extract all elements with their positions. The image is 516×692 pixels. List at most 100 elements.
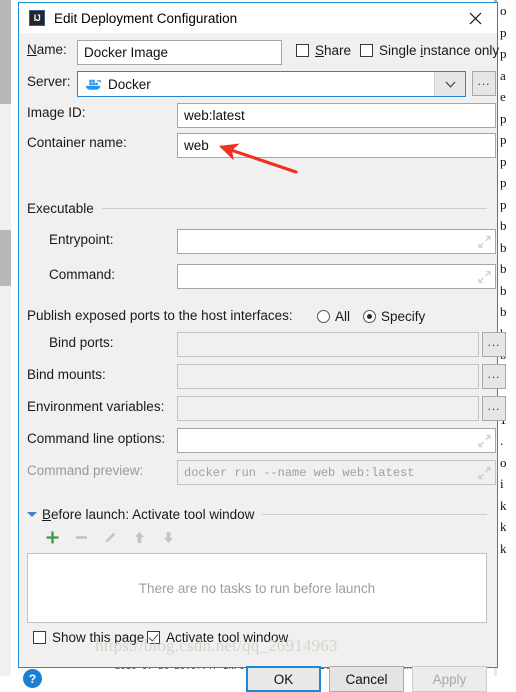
before-launch-empty-text: There are no tasks to run before launch	[138, 580, 376, 596]
bind-ports-browse-button[interactable]: ...	[482, 332, 506, 357]
command-preview-value: docker run --name web web:latest	[184, 465, 415, 480]
bind-mounts-row: Bind mounts:	[27, 367, 106, 382]
image-id-input[interactable]: web:latest	[177, 103, 496, 128]
command-line-options-input[interactable]	[177, 428, 496, 453]
share-checkbox[interactable]: Share	[296, 43, 351, 58]
activate-tool-window-label: Activate tool window	[166, 630, 289, 645]
close-icon[interactable]	[453, 3, 497, 33]
radio-all-circle	[317, 310, 330, 323]
share-label: Share	[315, 43, 352, 58]
cancel-button-label: Cancel	[345, 671, 388, 687]
expand-icon[interactable]	[478, 235, 491, 248]
radio-specify-circle	[363, 310, 376, 323]
move-down-button[interactable]	[161, 530, 176, 550]
before-launch-divider	[262, 514, 487, 515]
background-scrollbar-left-thumb-2[interactable]	[0, 230, 11, 286]
command-preview-label: Command preview:	[27, 463, 144, 478]
dialog-body: Name: Docker Image Share Single instance…	[19, 33, 506, 692]
bind-ports-label: Bind ports:	[49, 335, 114, 350]
publish-ports-label: Publish exposed ports to the host interf…	[27, 308, 293, 323]
share-checkbox-box	[296, 44, 309, 57]
edit-task-button[interactable]	[103, 530, 118, 550]
before-launch-toolbar	[45, 530, 176, 550]
background-scrollbar-left-thumb[interactable]	[0, 0, 11, 104]
apply-button-label: Apply	[432, 671, 467, 687]
command-line-options-label: Command line options:	[27, 431, 166, 446]
environment-variables-input[interactable]	[177, 396, 479, 421]
bind-mounts-label: Bind mounts:	[27, 367, 106, 382]
publish-ports-row: Publish exposed ports to the host interf…	[27, 308, 293, 323]
container-name-row: Container name:	[27, 135, 127, 150]
single-instance-checkbox[interactable]: Single instance only	[360, 43, 499, 58]
command-preview-input: docker run --name web web:latest	[177, 460, 496, 485]
add-task-button[interactable]	[45, 530, 60, 550]
bind-ports-browse-label: ...	[487, 334, 501, 349]
expand-icon[interactable]	[478, 466, 491, 479]
chevron-down-icon[interactable]	[434, 72, 465, 96]
command-row: Command:	[49, 267, 115, 282]
environment-variables-browse-label: ...	[487, 398, 501, 413]
bind-ports-row: Bind ports:	[49, 335, 114, 350]
bind-mounts-input[interactable]	[177, 364, 479, 389]
expand-icon[interactable]	[478, 270, 491, 283]
entrypoint-label: Entrypoint:	[49, 232, 114, 247]
ok-button-label: OK	[273, 671, 294, 687]
single-instance-checkbox-box	[360, 44, 373, 57]
executable-group-label: Executable	[27, 201, 94, 216]
image-id-value: web:latest	[184, 108, 245, 123]
name-label: Name:	[27, 42, 67, 57]
edit-deployment-configuration-dialog: Edit Deployment Configuration Name: Dock…	[18, 2, 506, 692]
image-id-label: Image ID:	[27, 105, 86, 120]
single-instance-label: Single instance only	[379, 43, 500, 58]
expand-icon[interactable]	[478, 434, 491, 447]
triangle-down-icon[interactable]	[27, 512, 37, 517]
red-arrow-annotation	[219, 143, 298, 174]
environment-variables-label: Environment variables:	[27, 399, 165, 414]
apply-button: Apply	[412, 666, 487, 692]
bind-ports-input[interactable]	[177, 332, 479, 357]
bind-mounts-browse-button[interactable]: ...	[482, 364, 506, 389]
container-name-label: Container name:	[27, 135, 127, 150]
help-label: ?	[28, 671, 37, 686]
command-line-options-row: Command line options:	[27, 431, 165, 446]
docker-whale-icon	[85, 79, 102, 90]
activate-tool-window-checkbox-box	[147, 631, 160, 644]
name-input[interactable]: Docker Image	[77, 40, 282, 65]
ok-button[interactable]: OK	[246, 666, 321, 692]
show-this-page-checkbox[interactable]: Show this page	[33, 630, 144, 645]
server-label: Server:	[27, 74, 71, 89]
remove-task-button[interactable]	[74, 530, 89, 550]
show-this-page-checkbox-box	[33, 631, 46, 644]
command-input[interactable]	[177, 264, 496, 289]
entrypoint-row: Entrypoint:	[49, 232, 114, 247]
name-input-value: Docker Image	[84, 45, 169, 60]
publish-ports-radio-all[interactable]: All	[317, 309, 350, 324]
before-launch-header[interactable]: Before launch: Activate tool window	[27, 507, 487, 522]
image-id-row: Image ID:	[27, 105, 86, 120]
name-row: Name:	[27, 42, 67, 57]
activate-tool-window-checkbox[interactable]: Activate tool window	[147, 630, 288, 645]
server-browse-button[interactable]: ...	[472, 71, 496, 96]
intellij-idea-icon	[29, 10, 45, 26]
radio-all-label: All	[335, 309, 351, 324]
publish-ports-radio-specify[interactable]: Specify	[363, 309, 425, 324]
bind-mounts-browse-label: ...	[487, 366, 501, 381]
dialog-titlebar: Edit Deployment Configuration	[19, 3, 497, 33]
environment-variables-browse-button[interactable]: ...	[482, 396, 506, 421]
server-combobox[interactable]: Docker	[77, 71, 466, 97]
before-launch-title: Before launch: Activate tool window	[42, 507, 255, 522]
before-launch-task-list[interactable]: There are no tasks to run before launch	[27, 553, 487, 623]
command-preview-row: Command preview:	[27, 463, 143, 478]
executable-group-header: Executable	[27, 201, 487, 216]
environment-variables-row: Environment variables:	[27, 399, 164, 414]
entrypoint-input[interactable]	[177, 229, 496, 254]
cancel-button[interactable]: Cancel	[329, 666, 404, 692]
move-up-button[interactable]	[132, 530, 147, 550]
dialog-title: Edit Deployment Configuration	[54, 10, 238, 26]
command-label: Command:	[49, 267, 116, 282]
question-mark-icon[interactable]: ?	[23, 669, 42, 688]
server-browse-label: ...	[477, 73, 491, 88]
executable-group-divider	[101, 208, 487, 209]
server-row: Server:	[27, 74, 71, 89]
radio-specify-label: Specify	[381, 309, 426, 324]
